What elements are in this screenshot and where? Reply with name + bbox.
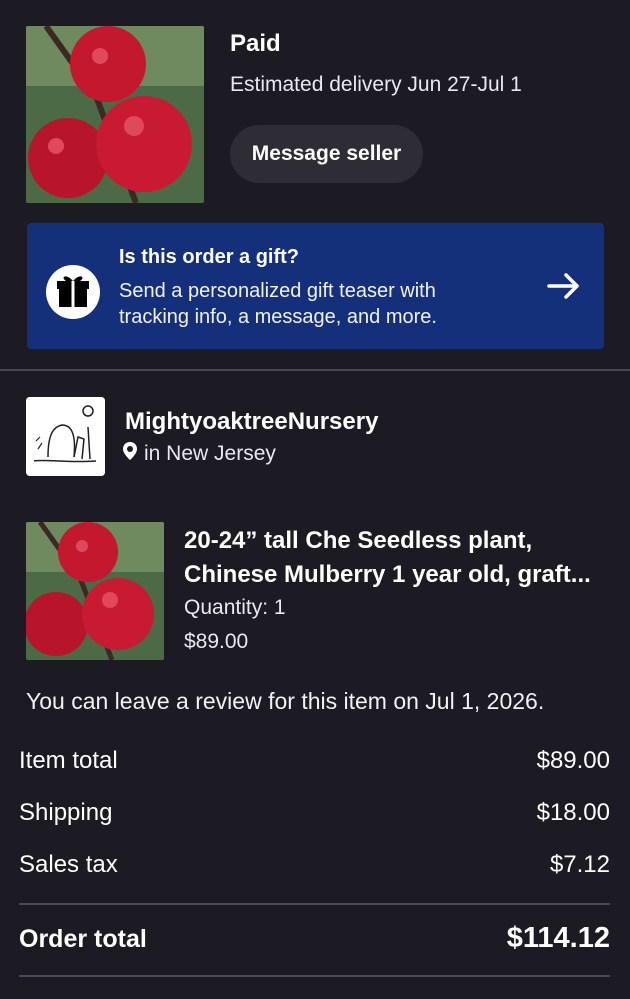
summary-label: Shipping bbox=[19, 799, 113, 826]
summary-label: Item total bbox=[19, 747, 118, 774]
item-title[interactable]: 20-24” tall Che Seedless plant, Chinese … bbox=[184, 524, 614, 592]
message-seller-button[interactable]: Message seller bbox=[230, 125, 423, 183]
gift-description: Send a personalized gift teaser with tra… bbox=[119, 280, 437, 328]
order-total-label: Order total bbox=[19, 925, 147, 953]
summary-value: $18.00 bbox=[536, 799, 610, 826]
section-divider bbox=[0, 369, 630, 371]
order-total-value: $114.12 bbox=[506, 922, 610, 954]
item-price: $89.00 bbox=[184, 630, 249, 653]
summary-bottom-divider bbox=[19, 975, 610, 977]
review-note: You can leave a review for this item on … bbox=[26, 688, 545, 714]
summary-row-shipping: Shipping $18.00 bbox=[19, 799, 610, 827]
item-image[interactable] bbox=[26, 522, 164, 660]
summary-label: Sales tax bbox=[19, 851, 118, 878]
seller-location: in New Jersey bbox=[122, 441, 276, 467]
gift-icon bbox=[46, 265, 100, 319]
gift-title: Is this order a gift? bbox=[119, 246, 300, 268]
order-item-image[interactable] bbox=[26, 26, 204, 203]
arrow-right-icon[interactable] bbox=[547, 271, 581, 306]
order-total-row: Order total $114.12 bbox=[19, 922, 610, 955]
seller-name[interactable]: MightyoaktreeNursery bbox=[125, 408, 378, 436]
location-pin-icon bbox=[122, 441, 138, 467]
gift-banner[interactable]: Is this order a gift? Send a personalize… bbox=[27, 223, 604, 349]
seller-logo[interactable] bbox=[26, 397, 105, 476]
summary-row-sales-tax: Sales tax $7.12 bbox=[19, 851, 610, 879]
item-quantity: Quantity: 1 bbox=[184, 596, 286, 619]
summary-value: $89.00 bbox=[536, 747, 610, 774]
order-status: Paid bbox=[230, 30, 281, 57]
summary-value: $7.12 bbox=[549, 851, 610, 878]
summary-divider bbox=[19, 903, 610, 905]
summary-row-item-total: Item total $89.00 bbox=[19, 747, 610, 775]
seller-location-text: in New Jersey bbox=[144, 442, 276, 465]
estimated-delivery: Estimated delivery Jun 27-Jul 1 bbox=[230, 73, 522, 96]
